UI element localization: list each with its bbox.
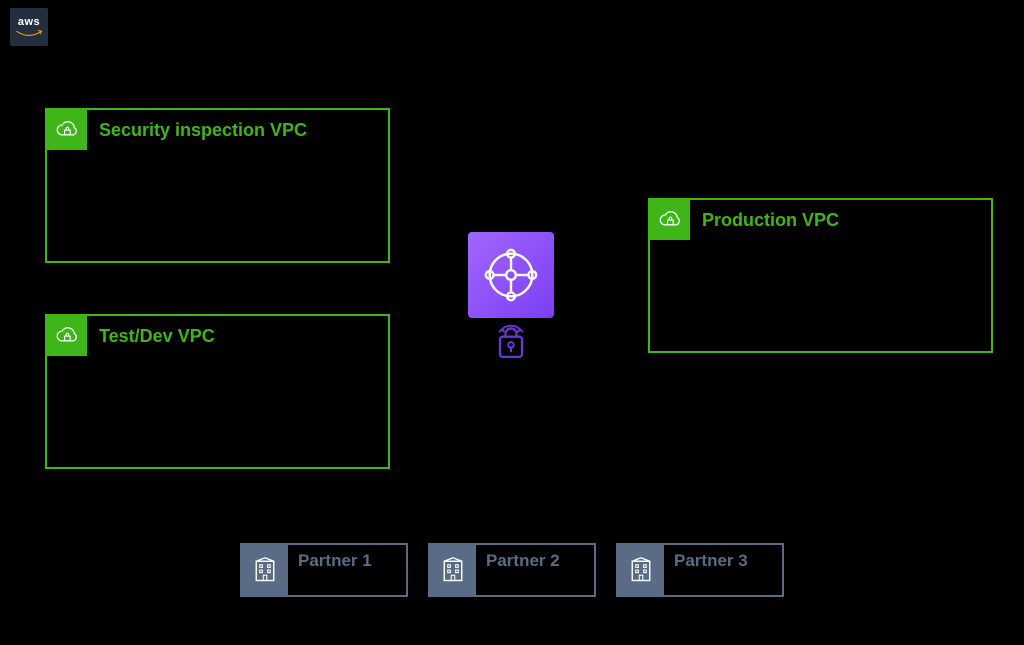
cloud-lock-icon [47,110,87,150]
vpc-title: Production VPC [702,210,839,231]
encryption-lock-icon [487,320,535,368]
vpc-header: Security inspection VPC [47,110,307,150]
building-icon [430,545,476,595]
vpc-header: Test/Dev VPC [47,316,215,356]
vpc-test-dev: Test/Dev VPC [45,314,390,469]
transit-gateway-icon [468,232,554,318]
building-icon [618,545,664,595]
vpc-production: Production VPC [648,198,993,353]
vpc-title: Test/Dev VPC [99,326,215,347]
aws-logo-text: aws [18,16,40,28]
aws-smile-icon [15,29,43,39]
partner-2-box: Partner 2 [428,543,596,597]
partner-label: Partner 3 [674,551,748,571]
cloud-lock-icon [47,316,87,356]
building-icon [242,545,288,595]
partner-label: Partner 2 [486,551,560,571]
partner-3-box: Partner 3 [616,543,784,597]
partner-label: Partner 1 [298,551,372,571]
aws-logo: aws [10,8,48,46]
vpc-title: Security inspection VPC [99,120,307,141]
vpc-header: Production VPC [650,200,839,240]
cloud-lock-icon [650,200,690,240]
vpc-security-inspection: Security inspection VPC [45,108,390,263]
partner-1-box: Partner 1 [240,543,408,597]
